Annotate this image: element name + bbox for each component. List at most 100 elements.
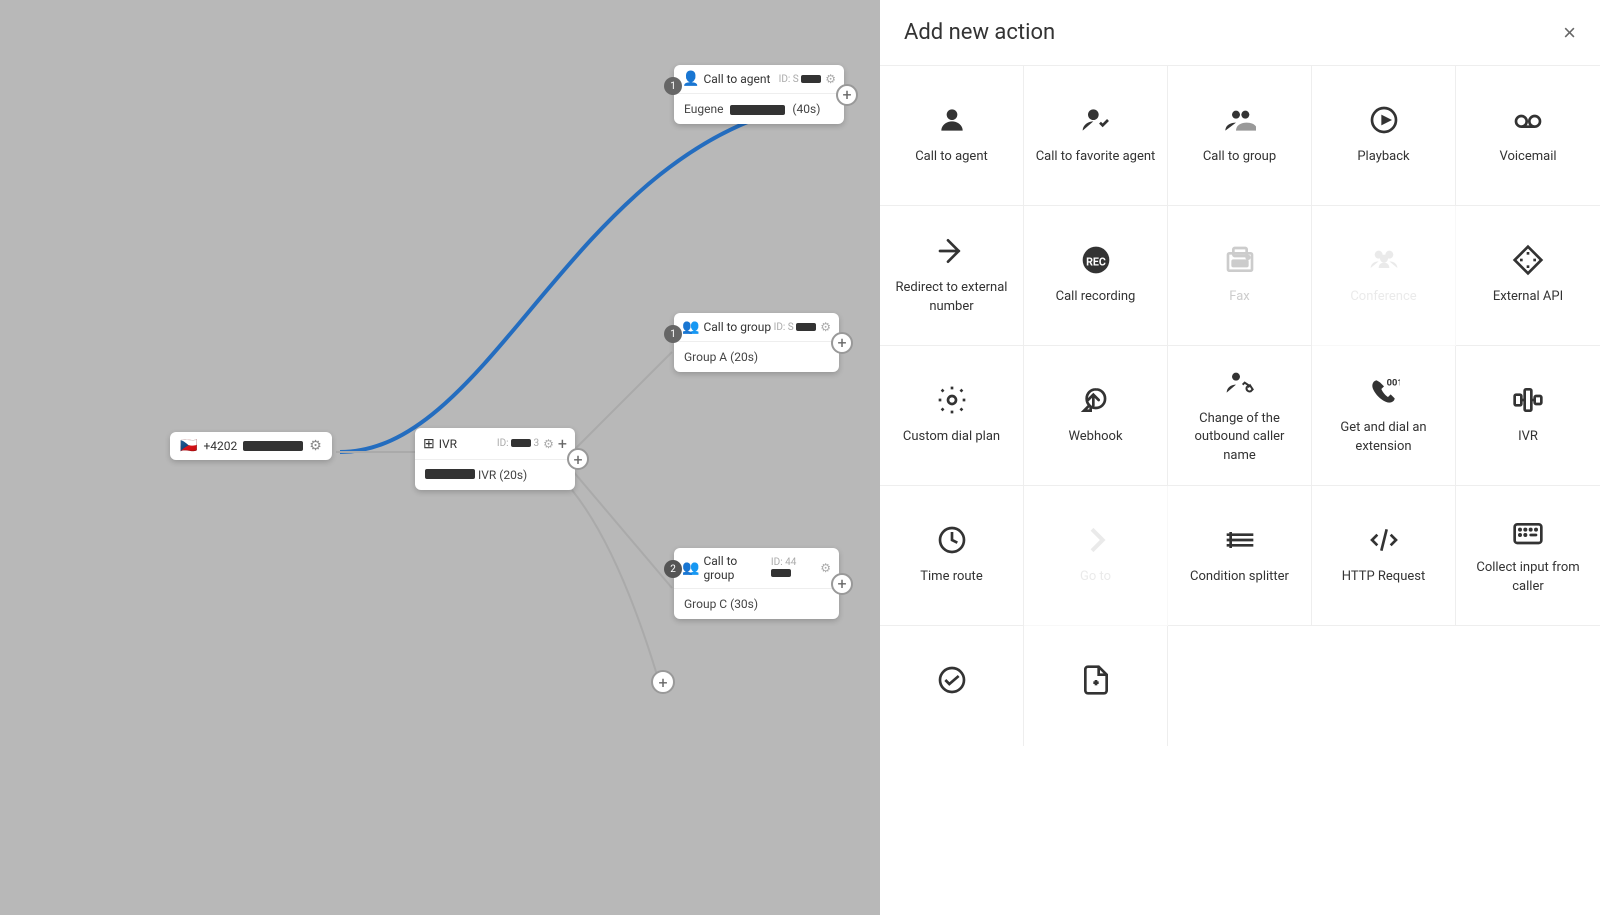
call-agent-plus[interactable]: + [836, 84, 858, 106]
call-group1-label: Group A (20s) [684, 350, 758, 364]
flag-icon: 🇨🇿 [180, 438, 197, 454]
call-group2-node: 2 👥 Call to group ID: 44 ⚙ Group C (30s)… [674, 548, 839, 619]
action-external-api[interactable]: External API [1456, 206, 1600, 346]
call-agent-gear[interactable]: ⚙ [825, 72, 836, 86]
action-webhook[interactable]: Webhook [1024, 346, 1168, 486]
ivr-node-icon: ⊞ [423, 436, 435, 452]
ivr-plus-button[interactable]: + [567, 448, 589, 470]
phone-gear-icon[interactable]: ⚙ [309, 438, 322, 454]
action-label-favorite-agent: Call to favorite agent [1036, 148, 1156, 166]
action-custom-dial-plan[interactable]: Custom dial plan [880, 346, 1024, 486]
action-go-to: Go to [1024, 486, 1168, 626]
call-group1-header: 👥 Call to group ID: S ⚙ [674, 313, 839, 342]
person-icon [936, 104, 968, 136]
action-panel: Add new action × Call to agent Call to f… [880, 0, 1600, 915]
panel-close-button[interactable]: × [1563, 22, 1576, 44]
conference-icon [1368, 244, 1400, 276]
svg-text:REC: REC [1086, 256, 1106, 269]
action-condition-splitter[interactable]: Condition splitter [1168, 486, 1312, 626]
action-call-to-agent[interactable]: Call to agent [880, 66, 1024, 206]
action-call-recording[interactable]: REC Call recording [1024, 206, 1168, 346]
call-group2-body: Group C (30s) [674, 589, 839, 619]
flow-canvas: 🇨🇿 +4202 ⚙ ⊞ IVR ID: 3 ⚙ + IVR (20s) + 1 [0, 0, 880, 915]
svg-text:001: 001 [1386, 378, 1399, 389]
call-group2-plus[interactable]: + [831, 573, 853, 595]
call-group2-gear[interactable]: ⚙ [820, 561, 831, 575]
action-ivr[interactable]: IVR [1456, 346, 1600, 486]
action-check-circle[interactable] [880, 626, 1024, 746]
action-label-time-route: Time route [920, 568, 982, 586]
contact-phone-icon [1224, 366, 1256, 398]
call-agent-title: Call to agent [703, 72, 770, 86]
action-label-get-dial: Get and dial an extension [1322, 419, 1445, 455]
phone-node: 🇨🇿 +4202 ⚙ [170, 432, 332, 460]
redirect-icon [936, 235, 968, 267]
action-grid: Call to agent Call to favorite agent Cal… [880, 66, 1600, 746]
call-group1-node: 1 👥 Call to group ID: S ⚙ Group A (20s) … [674, 313, 839, 372]
call-group2-dot: 2 [664, 560, 682, 578]
action-playback[interactable]: Playback [1312, 66, 1456, 206]
panel-header: Add new action × [880, 0, 1600, 66]
action-label-change-outbound: Change of the outbound caller name [1178, 410, 1301, 465]
action-label-condition: Condition splitter [1190, 568, 1289, 586]
play-circle-icon [1368, 104, 1400, 136]
call-agent-body: Eugene (40s) [674, 94, 844, 124]
action-label-fax: Fax [1229, 288, 1250, 306]
call-group1-id: ID: S [774, 322, 817, 333]
bottom-add-button[interactable]: + [651, 670, 675, 694]
clock-icon [936, 524, 968, 556]
phone-number-bar [243, 441, 303, 451]
action-label-redirect: Redirect to external number [890, 279, 1013, 315]
fax-icon [1224, 244, 1256, 276]
action-conference: Conference [1312, 206, 1456, 346]
call-group1-plus[interactable]: + [831, 332, 853, 354]
action-time-route[interactable]: Time route [880, 486, 1024, 626]
webhook-icon [1080, 384, 1112, 416]
action-label-external-api: External API [1493, 288, 1563, 306]
call-group2-id: ID: 44 [771, 557, 816, 579]
file-plus-icon [1080, 664, 1112, 696]
action-file-plus[interactable] [1024, 626, 1168, 746]
condition-icon [1224, 524, 1256, 556]
call-group2-icon: 👥 [682, 560, 699, 576]
action-call-to-favorite-agent[interactable]: Call to favorite agent [1024, 66, 1168, 206]
action-label-custom-dial: Custom dial plan [903, 428, 1000, 446]
action-label-voicemail: Voicemail [1499, 148, 1556, 166]
call-agent-node: 1 👤 Call to agent ID: S ⚙ Eugene (40s) + [674, 65, 844, 124]
action-label-call-recording: Call recording [1056, 288, 1136, 306]
ivr-title: IVR [439, 437, 457, 451]
action-fax[interactable]: Fax [1168, 206, 1312, 346]
action-collect-input[interactable]: Collect input from caller [1456, 486, 1600, 626]
ivr-node: ⊞ IVR ID: 3 ⚙ + IVR (20s) + [415, 428, 575, 490]
phone-number: +4202 [203, 439, 237, 453]
action-label-call-to-group: Call to group [1203, 148, 1276, 166]
call-group2-label: Group C (30s) [684, 597, 758, 611]
ivr-id: ID: 3 [497, 438, 539, 449]
action-label-playback: Playback [1357, 148, 1409, 166]
action-call-to-group[interactable]: Call to group [1168, 66, 1312, 206]
ivr-settings-icon[interactable]: ⚙ [543, 437, 554, 451]
action-label-http: HTTP Request [1342, 568, 1425, 586]
call-group1-body: Group A (20s) [674, 342, 839, 372]
call-agent-name: Eugene [684, 102, 723, 116]
group-icon [1224, 104, 1256, 136]
call-group1-icon: 👥 [682, 319, 699, 335]
call-group1-gear[interactable]: ⚙ [820, 320, 831, 334]
rec-icon: REC [1080, 244, 1112, 276]
call-agent-id: ID: S [779, 74, 822, 85]
action-redirect[interactable]: Redirect to external number [880, 206, 1024, 346]
call-group1-title: Call to group [703, 320, 771, 334]
action-get-dial-extension[interactable]: 001 Get and dial an extension [1312, 346, 1456, 486]
action-http-request[interactable]: HTTP Request [1312, 486, 1456, 626]
action-label-ivr: IVR [1518, 428, 1538, 446]
call-agent-header: 👤 Call to agent ID: S ⚙ [674, 65, 844, 94]
phone-001-icon: 001 [1368, 375, 1400, 407]
person-check-icon [1080, 104, 1112, 136]
action-change-outbound[interactable]: Change of the outbound caller name [1168, 346, 1312, 486]
action-voicemail[interactable]: Voicemail [1456, 66, 1600, 206]
check-circle-icon [936, 664, 968, 696]
action-label-go-to: Go to [1080, 568, 1111, 586]
panel-title: Add new action [904, 20, 1055, 45]
action-label-webhook: Webhook [1068, 428, 1122, 446]
ivr-add-icon[interactable]: + [558, 434, 567, 453]
